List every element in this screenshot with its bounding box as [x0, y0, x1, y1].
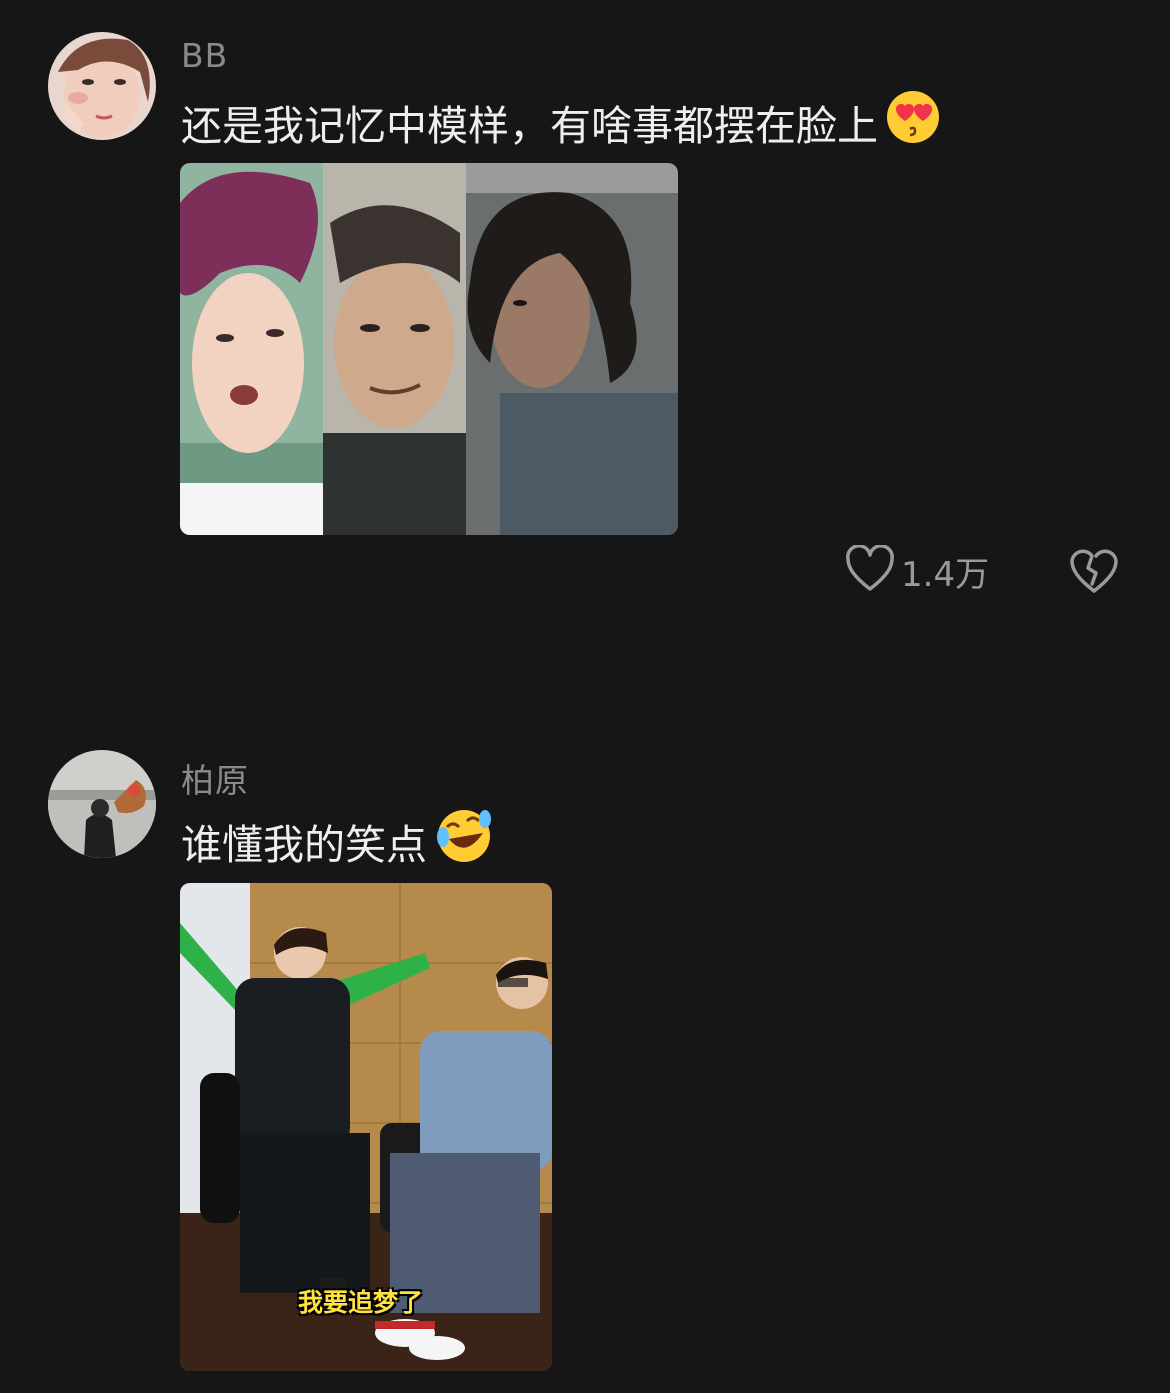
- comment-text-content: 还是我记忆中模样，有啥事都摆在脸上: [181, 102, 878, 150]
- username[interactable]: BB: [181, 36, 228, 75]
- rolling-laughing-emoji-icon: [433, 807, 495, 875]
- like-count: 1.4万: [901, 554, 990, 595]
- username[interactable]: 柏原: [181, 754, 249, 802]
- avatar[interactable]: [48, 750, 156, 858]
- dislike-button[interactable]: [1068, 546, 1120, 600]
- comment-image[interactable]: 我要追梦了: [180, 883, 552, 1371]
- heart-outline-icon[interactable]: [845, 544, 895, 597]
- like-action[interactable]: 1.4万: [845, 544, 990, 597]
- broken-heart-icon[interactable]: [1068, 549, 1120, 600]
- comment-image-collage[interactable]: [180, 163, 678, 535]
- comment-text-content: 谁懂我的笑点: [181, 821, 427, 869]
- heart-eyes-kiss-emoji-icon: [884, 89, 942, 155]
- comment-text: 谁懂我的笑点: [181, 810, 495, 870]
- comment-text: 还是我记忆中模样，有啥事都摆在脸上: [181, 91, 942, 150]
- comment-1: BB 还是我记忆中模样，有啥事都摆在脸上 1.4万: [0, 0, 1170, 640]
- video-caption: 我要追梦了: [298, 1288, 424, 1317]
- avatar[interactable]: [48, 32, 156, 140]
